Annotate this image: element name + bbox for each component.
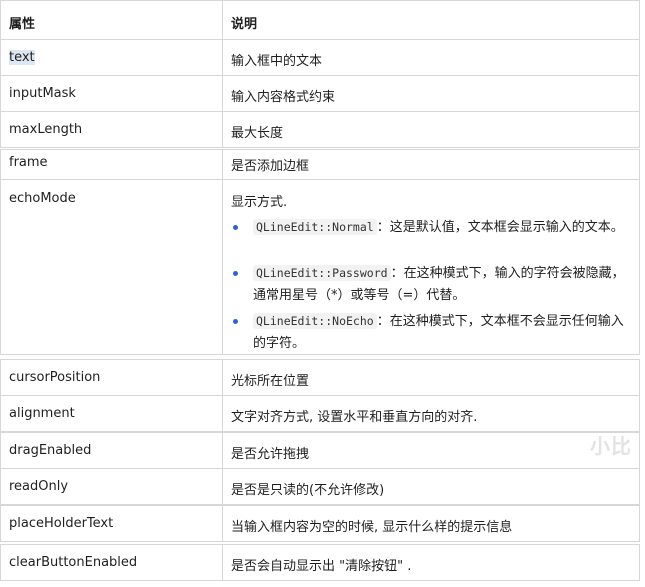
table-row: cursorPosition 光标所在位置 [0,359,640,396]
property-name: inputMask [9,86,76,101]
echo-mode-text-line2: 通常用星号（*）或等号（=）代替。 [253,288,466,303]
bullet-icon [233,225,238,230]
property-name: clearButtonEnabled [9,555,138,570]
description-cell: 是否允许拖拽 [222,432,640,469]
property-name: maxLength [9,122,83,137]
table-row: placeHolderText 当输入框内容为空的时候, 显示什么样的提示信息 [0,505,640,542]
property-cell: text [0,39,223,76]
bullet-icon [233,271,238,276]
table-row: echoMode 显示方式. QLineEdit::Normal ：这是默认值，文… [0,179,640,355]
property-description: 输入内容格式约束 [231,90,336,105]
description-cell: 文字对齐方式, 设置水平和垂直方向的对齐. [222,395,640,432]
description-cell: 输入内容格式约束 [222,75,640,112]
property-name: readOnly [9,479,69,494]
echo-mode-password-item: QLineEdit::Password ：在这种模式下，输入的字符会被隐藏， 通常… [253,262,633,307]
echo-mode-normal-item: QLineEdit::Normal ：这是默认值，文本框会显示输入的文本。 [253,216,633,239]
table-row: maxLength 最大长度 [0,111,640,148]
table-row: text 输入框中的文本 [0,39,640,76]
property-cell: maxLength [0,111,223,148]
property-cell: dragEnabled [0,432,223,469]
code-snippet: QLineEdit::Password [253,265,391,281]
table-row: alignment 文字对齐方式, 设置水平和垂直方向的对齐. [0,395,640,432]
header-property-label: 属性 [9,17,36,32]
description-cell: 最大长度 [222,111,640,148]
code-snippet: QLineEdit::Normal [253,219,377,235]
property-name: echoMode [9,191,76,206]
property-description: 是否添加边框 [231,159,310,174]
table-row: clearButtonEnabled 是否会自动显示出 "清除按钮" . [0,544,640,581]
property-cell: cursorPosition [0,359,223,396]
header-cell-property: 属性 [0,0,223,40]
table-header: 属性 说明 [0,0,640,40]
property-name: text [9,50,35,65]
description-cell: 当输入框内容为空的时候, 显示什么样的提示信息 [222,505,640,542]
property-name: cursorPosition [9,370,101,385]
description-cell: 显示方式. QLineEdit::Normal ：这是默认值，文本框会显示输入的文… [222,179,640,355]
watermark: 小比 [590,434,632,458]
property-cell: readOnly [0,468,223,505]
property-description: 是否会自动显示出 "清除按钮" . [231,559,412,574]
property-cell: echoMode [0,179,223,355]
property-description: 是否是只读的(不允许修改) [231,483,385,498]
property-description: 输入框中的文本 [231,54,323,69]
header-cell-description: 说明 [222,0,640,40]
echo-mode-text: ：在这种模式下，输入的字符会被隐藏， [390,266,625,281]
property-description: 文字对齐方式, 设置水平和垂直方向的对齐. [231,410,478,425]
table-row: readOnly 是否是只读的(不允许修改) [0,468,640,505]
header-description-label: 说明 [231,17,258,32]
table-row: frame 是否添加边框 [0,149,640,180]
property-description: 是否允许拖拽 [231,447,310,462]
property-cell: placeHolderText [0,505,223,542]
code-snippet: QLineEdit::NoEcho [253,313,377,329]
description-cell: 是否是只读的(不允许修改) [222,468,640,505]
description-cell: 光标所在位置 [222,359,640,396]
description-cell: 是否会自动显示出 "清除按钮" . [222,544,640,581]
echo-mode-text: ：这是默认值，文本框会显示输入的文本。 [376,220,624,235]
echo-mode-noecho-item: QLineEdit::NoEcho ：在这种模式下，文本框不会显示任何输入 的字符… [253,310,633,355]
description-cell: 输入框中的文本 [222,39,640,76]
property-description: 当输入框内容为空的时候, 显示什么样的提示信息 [231,520,513,535]
echo-mode-text-line2: 的字符。 [253,336,306,351]
property-cell: alignment [0,395,223,432]
echo-mode-text: ：在这种模式下，文本框不会显示任何输入 [376,314,624,329]
table-row: inputMask 输入内容格式约束 [0,75,640,112]
property-name: alignment [9,406,75,421]
property-cell: inputMask [0,75,223,112]
property-description: 显示方式. [231,195,288,210]
property-cell: frame [0,149,223,180]
property-name: placeHolderText [9,516,114,531]
property-cell: clearButtonEnabled [0,544,223,581]
description-cell: 是否添加边框 [222,149,640,180]
property-name: frame [9,155,48,170]
property-description: 光标所在位置 [231,374,310,389]
table-row: dragEnabled 是否允许拖拽 [0,432,640,469]
bullet-icon [233,319,238,324]
property-name: dragEnabled [9,443,92,458]
property-description: 最大长度 [231,126,284,141]
